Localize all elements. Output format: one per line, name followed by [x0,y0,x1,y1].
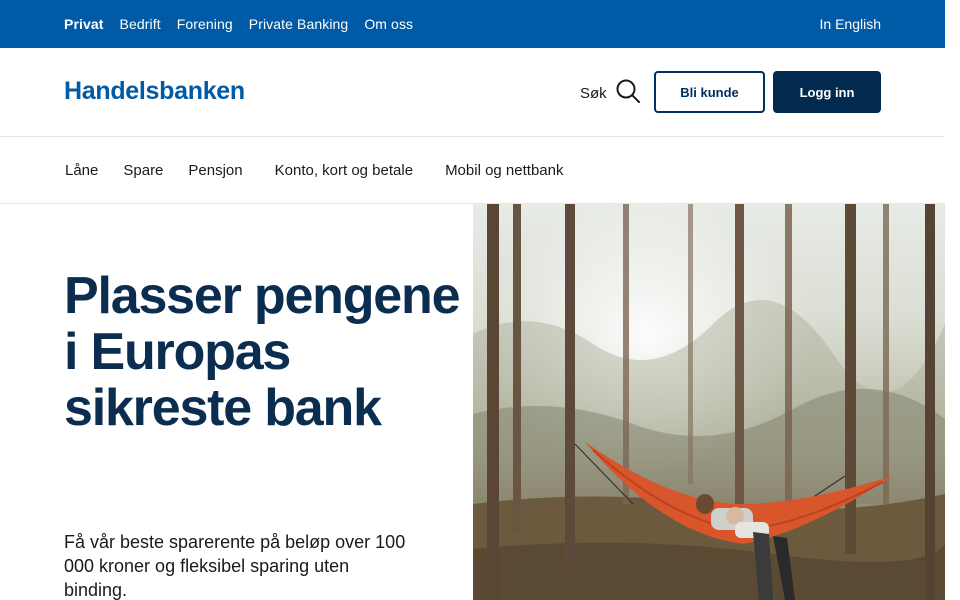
segment-om-oss-link[interactable]: Om oss [364,16,413,32]
nav-item-mobil-nettbank[interactable]: Mobil og nettbank [445,162,563,179]
search-icon [615,78,641,109]
page: Privat Bedrift Forening Private Banking … [0,0,945,600]
hero-image [473,204,945,600]
main-nav: Låne Spare Pensjon Konto, kort og betale… [0,137,945,204]
nav-item-konto-kort-betale[interactable]: Konto, kort og betale [275,162,413,179]
header: Handelsbanken Søk Bli kunde Logg inn [0,48,945,137]
language-link[interactable]: In English [820,0,881,48]
top-bar: Privat Bedrift Forening Private Banking … [0,0,945,48]
search-label: Søk [580,85,607,102]
segment-bedrift-link[interactable]: Bedrift [120,16,161,32]
search-button[interactable]: Søk [580,78,641,109]
nav-item-lane[interactable]: Låne [65,162,98,179]
hero-text: Få vår beste sparerente på beløp over 10… [64,532,406,600]
segment-private-banking-link[interactable]: Private Banking [249,16,349,32]
nav-item-spare[interactable]: Spare [123,162,163,179]
segment-forening-link[interactable]: Forening [177,16,233,32]
hero-title: Plasser pengene i Europas sikreste bank [64,267,461,437]
segment-nav: Privat Bedrift Forening Private Banking … [64,0,413,48]
logo[interactable]: Handelsbanken [64,77,245,106]
segment-privat-link[interactable]: Privat [64,16,104,32]
nav-item-pensjon[interactable]: Pensjon [188,162,242,179]
login-button[interactable]: Logg inn [773,71,881,113]
become-customer-button[interactable]: Bli kunde [654,71,765,113]
